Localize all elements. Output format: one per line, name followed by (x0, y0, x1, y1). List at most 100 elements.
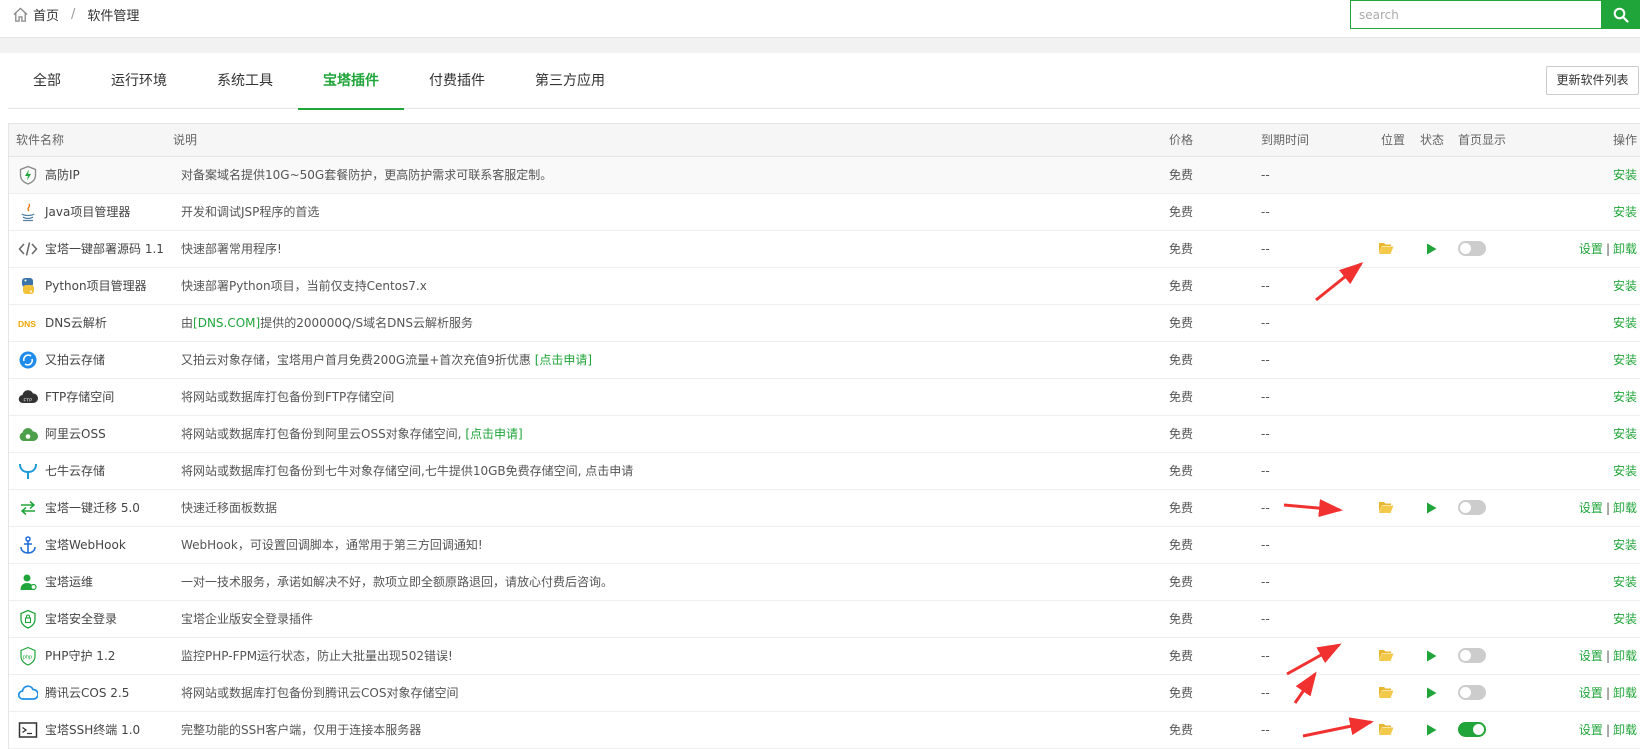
install-button[interactable]: 安装 (1613, 612, 1637, 626)
settings-button[interactable]: 设置 (1579, 242, 1603, 256)
tab-1[interactable]: 运行环境 (86, 53, 192, 109)
desc-text: 由 (181, 316, 194, 330)
software-expire: -- (1261, 575, 1270, 589)
software-expire: -- (1261, 686, 1270, 700)
software-desc: 完整功能的SSH客户端，仅用于连接本服务器 (181, 712, 421, 748)
install-button[interactable]: 安装 (1613, 205, 1637, 219)
search-button[interactable] (1601, 0, 1640, 29)
ftp-cloud-icon: FTP (18, 390, 38, 404)
software-name: 阿里云OSS (45, 427, 106, 441)
uninstall-button[interactable]: 卸载 (1613, 242, 1637, 256)
software-price: 免费 (1169, 501, 1194, 515)
home-display-toggle[interactable] (1458, 648, 1486, 663)
desc-link[interactable]: [点击申请] (535, 353, 592, 367)
ops-separator: | (1605, 501, 1610, 515)
software-expire: -- (1261, 427, 1270, 441)
desc-link[interactable]: [点击申请] (465, 427, 522, 441)
software-desc: 快速部署Python项目，当前仅支持Centos7.x (181, 268, 427, 304)
home-display-toggle[interactable] (1458, 722, 1486, 737)
install-button[interactable]: 安装 (1613, 390, 1637, 404)
secure-login-icon (20, 609, 36, 629)
tab-0[interactable]: 全部 (8, 53, 86, 109)
install-button[interactable]: 安装 (1613, 538, 1637, 552)
software-desc: 快速部署常用程序! (181, 231, 282, 267)
settings-button[interactable]: 设置 (1579, 649, 1603, 663)
software-expire: -- (1261, 723, 1270, 737)
software-price: 免费 (1169, 575, 1194, 589)
folder-open-icon[interactable] (1378, 241, 1394, 255)
uninstall-button[interactable]: 卸载 (1613, 501, 1637, 515)
home-display-toggle[interactable] (1458, 685, 1486, 700)
table-row: Java项目管理器 开发和调试JSP程序的首选 免费 -- 安装 (9, 194, 1640, 231)
play-icon[interactable] (1426, 687, 1437, 699)
table-row: 七牛云存储 将网站或数据库打包备份到七牛对象存储空间,七牛提供10GB免费存储空间… (9, 453, 1640, 490)
play-icon[interactable] (1426, 502, 1437, 514)
software-desc: 由[DNS.COM]提供的200000Q/S域名DNS云解析服务 (181, 305, 473, 341)
install-button[interactable]: 安装 (1613, 168, 1637, 182)
software-price: 免费 (1169, 427, 1194, 441)
table-row: Python项目管理器 快速部署Python项目，当前仅支持Centos7.x 免费… (9, 268, 1640, 305)
update-software-list-button[interactable]: 更新软件列表 (1546, 66, 1639, 95)
row-actions: 安装 (1613, 564, 1637, 600)
software-name: DNS云解析 (45, 316, 107, 330)
home-icon[interactable] (12, 6, 29, 23)
software-name: 宝塔一键部署源码 1.1 (45, 242, 164, 256)
desc-link[interactable]: [DNS.COM] (193, 316, 260, 330)
software-price: 免费 (1169, 242, 1194, 256)
settings-button[interactable]: 设置 (1579, 723, 1603, 737)
settings-button[interactable]: 设置 (1579, 686, 1603, 700)
install-button[interactable]: 安装 (1613, 575, 1637, 589)
table-row: 宝塔一键部署源码 1.1 快速部署常用程序! 免费 -- 设置 | 卸载 (9, 231, 1640, 268)
svg-text:php: php (23, 655, 32, 661)
table-row: 宝塔WebHook WebHook，可设置回调脚本，通常用于第三方回调通知! 免费 -… (9, 527, 1640, 564)
svg-text:FTP: FTP (24, 398, 33, 403)
play-icon[interactable] (1426, 724, 1437, 736)
tab-3[interactable]: 宝塔插件 (298, 53, 404, 110)
software-price: 免费 (1169, 279, 1194, 293)
uninstall-button[interactable]: 卸载 (1613, 723, 1637, 737)
uninstall-button[interactable]: 卸载 (1613, 686, 1637, 700)
row-actions: 安装 (1613, 527, 1637, 563)
software-expire: -- (1261, 612, 1270, 626)
software-desc: 将网站或数据库打包备份到FTP存储空间 (181, 379, 394, 415)
software-name: 宝塔安全登录 (45, 612, 118, 626)
folder-open-icon[interactable] (1378, 500, 1394, 514)
home-display-toggle[interactable] (1458, 241, 1486, 256)
desc-text: 快速迁移面板数据 (181, 501, 278, 515)
install-button[interactable]: 安装 (1613, 353, 1637, 367)
software-expire: -- (1261, 464, 1270, 478)
software-expire: -- (1261, 390, 1270, 404)
row-actions: 安装 (1613, 342, 1637, 378)
desc-text: WebHook，可设置回调脚本，通常用于第三方回调通知! (181, 538, 483, 552)
tab-2[interactable]: 系统工具 (192, 53, 298, 109)
folder-open-icon[interactable] (1378, 685, 1394, 699)
software-name: FTP存储空间 (45, 390, 115, 404)
search-input[interactable] (1350, 0, 1602, 29)
top-bar: 首页 / 软件管理 (0, 0, 1640, 38)
install-button[interactable]: 安装 (1613, 427, 1637, 441)
uninstall-button[interactable]: 卸载 (1613, 649, 1637, 663)
java-icon (21, 203, 35, 222)
folder-open-icon[interactable] (1378, 648, 1394, 662)
software-name: PHP守护 1.2 (45, 649, 116, 663)
tab-4[interactable]: 付费插件 (404, 53, 510, 109)
home-display-toggle[interactable] (1458, 500, 1486, 515)
install-button[interactable]: 安装 (1613, 316, 1637, 330)
breadcrumb-home[interactable]: 首页 (33, 5, 59, 24)
row-actions: 安装 (1613, 194, 1637, 230)
software-price: 免费 (1169, 353, 1194, 367)
settings-button[interactable]: 设置 (1579, 501, 1603, 515)
play-icon[interactable] (1426, 650, 1437, 662)
play-icon[interactable] (1426, 243, 1437, 255)
aliyun-oss-icon (19, 428, 38, 441)
desc-text: 又拍云对象存储，宝塔用户首月免费200G流量+首次充值9折优惠 (181, 353, 535, 367)
software-expire: -- (1261, 205, 1270, 219)
install-button[interactable]: 安装 (1613, 464, 1637, 478)
install-button[interactable]: 安装 (1613, 279, 1637, 293)
desc-text: 快速部署常用程序! (181, 242, 282, 256)
desc-text: 将网站或数据库打包备份到阿里云OSS对象存储空间, (181, 427, 466, 441)
tab-5[interactable]: 第三方应用 (510, 53, 630, 109)
desc-text: 将网站或数据库打包备份到七牛对象存储空间,七牛提供10GB免费存储空间, 点击申… (181, 464, 634, 478)
row-actions: 设置 | 卸载 (1579, 490, 1637, 526)
folder-open-icon[interactable] (1378, 722, 1394, 736)
